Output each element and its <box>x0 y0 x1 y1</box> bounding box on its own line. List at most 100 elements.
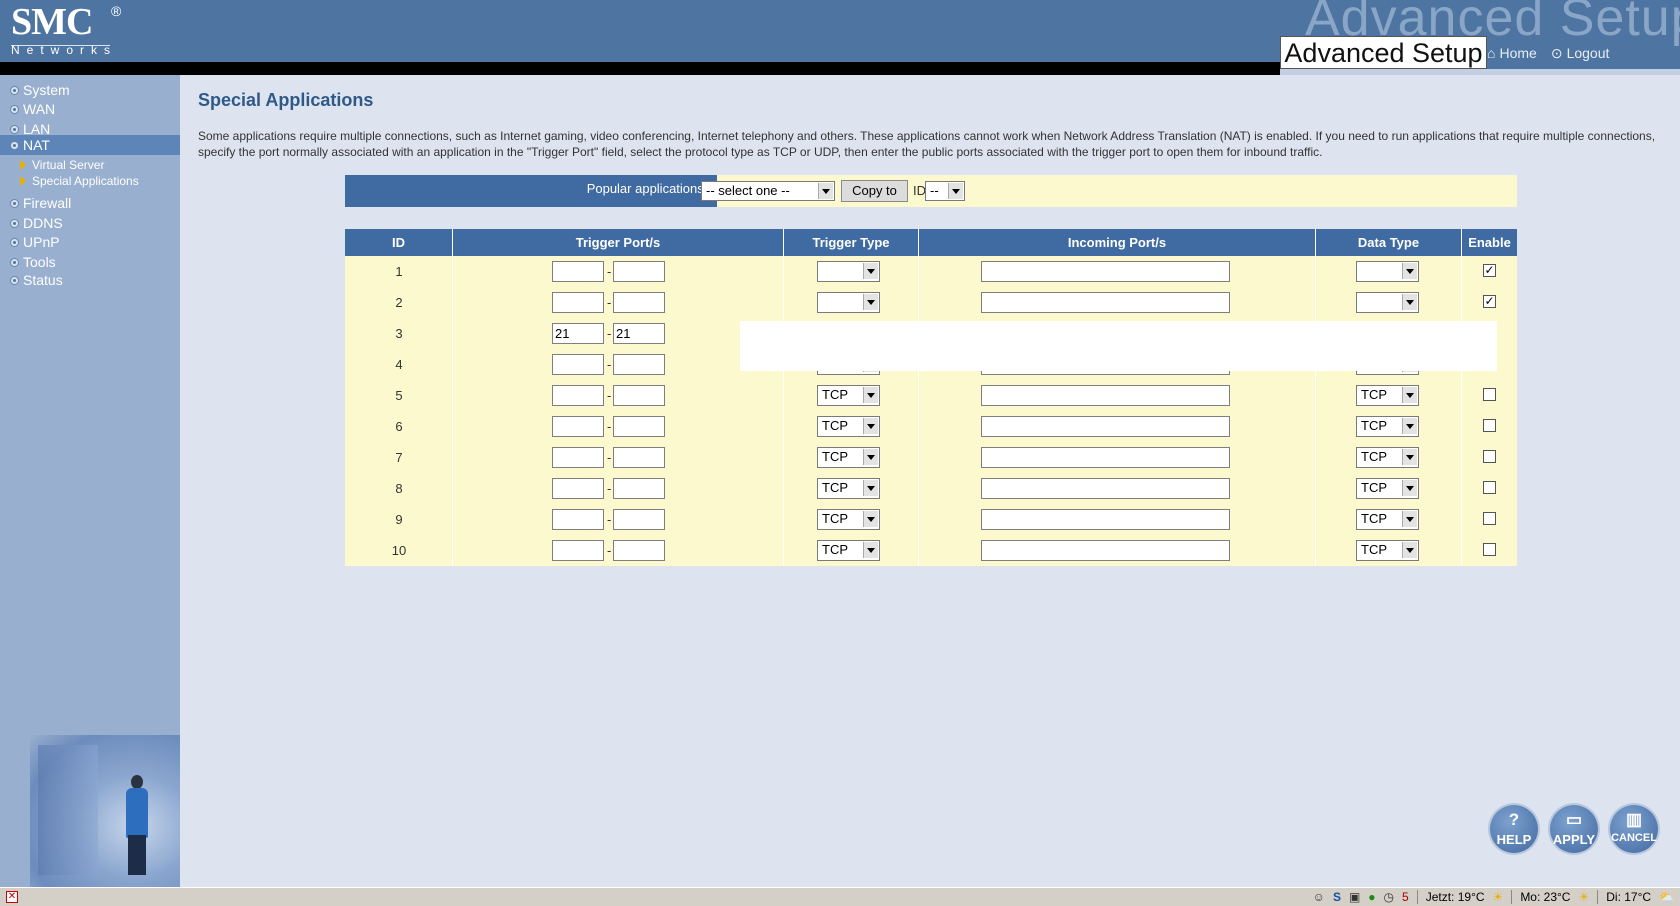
trigger-port-start-input[interactable] <box>552 447 604 468</box>
calendar-icon[interactable]: 5 <box>1402 890 1409 904</box>
sidebar-item-tools[interactable]: Tools <box>10 252 56 272</box>
sidebar-subitem-virtual-server[interactable]: Virtual Server <box>20 157 104 173</box>
trigger-port-end-input[interactable] <box>613 509 665 530</box>
trigger-port-start-input[interactable] <box>552 478 604 499</box>
enable-checkbox[interactable]: ✓ <box>1483 295 1496 308</box>
trigger-type-select[interactable] <box>817 292 880 313</box>
trigger-type-select[interactable]: TCP <box>817 447 880 468</box>
trigger-port-end-input[interactable]: 21 <box>613 323 665 344</box>
bullet-icon <box>10 218 19 228</box>
trigger-port-start-input[interactable] <box>552 540 604 561</box>
incoming-ports-input[interactable] <box>981 509 1230 530</box>
enable-checkbox[interactable]: ✓ <box>1483 264 1496 277</box>
enable-checkbox[interactable] <box>1483 450 1496 463</box>
sidebar-item-status[interactable]: Status <box>10 270 63 290</box>
data-type-select[interactable] <box>1356 292 1419 313</box>
incoming-ports-input[interactable] <box>981 540 1230 561</box>
incoming-ports-input[interactable] <box>981 292 1230 313</box>
s-icon[interactable]: S <box>1333 890 1341 904</box>
chevron-down-icon <box>1402 387 1417 403</box>
cell-data-type: TCP <box>1316 442 1462 473</box>
trigger-port-end-input[interactable] <box>613 447 665 468</box>
trigger-port-end-input[interactable] <box>613 385 665 406</box>
sidebar-item-wan[interactable]: WAN <box>10 99 55 119</box>
sidebar-item-firewall[interactable]: Firewall <box>10 193 71 213</box>
status-bar-tray: ☺ S ▣ ● ◷ 5 Jetzt: 19°C ☀ Mo: 23°C ☀ Di:… <box>1313 888 1674 906</box>
data-type-select[interactable]: TCP <box>1356 478 1419 499</box>
trigger-port-end-input[interactable] <box>613 261 665 282</box>
trigger-port-end-input[interactable] <box>613 292 665 313</box>
cell-trigger-ports: - <box>453 473 784 504</box>
cell-id: 4 <box>345 349 453 380</box>
cell-trigger-ports: - <box>453 256 784 287</box>
trigger-type-select[interactable]: TCP <box>817 478 880 499</box>
port-range-dash: - <box>607 543 612 558</box>
close-icon[interactable]: ✕ <box>6 891 18 903</box>
cell-trigger-ports: - <box>453 380 784 411</box>
face-icon[interactable]: ☺ <box>1313 890 1325 904</box>
data-type-select[interactable]: TCP <box>1356 447 1419 468</box>
cell-incoming-ports <box>919 535 1316 566</box>
incoming-ports-input[interactable] <box>981 416 1230 437</box>
cell-trigger-type: TCP <box>784 535 919 566</box>
data-type-select[interactable]: TCP <box>1356 416 1419 437</box>
trigger-port-start-input[interactable] <box>552 509 604 530</box>
globe-icon[interactable]: ● <box>1368 890 1375 904</box>
apply-button[interactable]: ▭ APPLY <box>1550 805 1598 853</box>
sidebar-item-upnp[interactable]: UPnP <box>10 232 60 252</box>
table-row: 7 - TCP TCP <box>345 442 1517 473</box>
sidebar-item-ddns[interactable]: DDNS <box>10 213 63 233</box>
cell-data-type: TCP <box>1316 535 1462 566</box>
trigger-type-select[interactable]: TCP <box>817 540 880 561</box>
trigger-port-start-input[interactable] <box>552 354 604 375</box>
trigger-type-value: TCP <box>822 418 848 433</box>
trigger-type-select[interactable]: TCP <box>817 416 880 437</box>
copy-to-button[interactable]: Copy to <box>841 180 908 202</box>
enable-checkbox[interactable] <box>1483 543 1496 556</box>
sidebar-item-system[interactable]: System <box>10 80 70 100</box>
image-icon[interactable]: ▣ <box>1349 890 1360 904</box>
popular-applications-select[interactable]: -- select one -- <box>701 181 835 201</box>
row-id: 6 <box>395 419 403 434</box>
trigger-port-start-input[interactable] <box>552 261 604 282</box>
port-range-dash: - <box>607 388 612 403</box>
enable-checkbox[interactable] <box>1483 419 1496 432</box>
trigger-port-start-input[interactable] <box>552 416 604 437</box>
incoming-ports-input[interactable] <box>981 385 1230 406</box>
enable-checkbox[interactable] <box>1483 388 1496 401</box>
logout-link[interactable]: ⊙ Logout <box>1551 45 1610 62</box>
incoming-ports-input[interactable] <box>981 261 1230 282</box>
trigger-port-end-input[interactable] <box>613 354 665 375</box>
copy-id-select[interactable]: -- <box>925 181 965 201</box>
clock-icon[interactable]: ◷ <box>1384 890 1394 904</box>
bullet-icon <box>10 237 19 247</box>
trigger-port-end-input[interactable] <box>613 540 665 561</box>
home-link[interactable]: ⌂ Home <box>1487 45 1537 61</box>
table-header: ID Trigger Port/s Trigger Type Incoming … <box>345 229 1517 256</box>
incoming-ports-input[interactable] <box>981 447 1230 468</box>
cancel-button[interactable]: ▥ CANCEL <box>1610 805 1658 853</box>
cell-id: 1 <box>345 256 453 287</box>
trigger-type-select[interactable]: TCP <box>817 385 880 406</box>
trigger-port-start-input[interactable] <box>552 292 604 313</box>
incoming-ports-input[interactable] <box>981 478 1230 499</box>
cell-id: 9 <box>345 504 453 535</box>
logout-label: Logout <box>1566 45 1610 61</box>
data-type-select[interactable]: TCP <box>1356 385 1419 406</box>
trigger-type-select[interactable]: TCP <box>817 509 880 530</box>
data-type-select[interactable]: TCP <box>1356 540 1419 561</box>
trigger-port-end-input[interactable] <box>613 416 665 437</box>
help-button[interactable]: ? HELP <box>1490 805 1538 853</box>
trigger-port-end-input[interactable] <box>613 478 665 499</box>
apply-label: APPLY <box>1552 832 1596 847</box>
enable-checkbox[interactable] <box>1483 481 1496 494</box>
sidebar-subitem-special-applications[interactable]: Special Applications <box>20 173 139 189</box>
trigger-type-select[interactable] <box>817 261 880 282</box>
data-type-select[interactable]: TCP <box>1356 509 1419 530</box>
data-type-select[interactable] <box>1356 261 1419 282</box>
trigger-port-start-input[interactable]: 21 <box>552 323 604 344</box>
enable-checkbox[interactable] <box>1483 512 1496 525</box>
sidebar-item-nat[interactable]: NAT <box>0 135 180 155</box>
trash-icon: ▥ <box>1625 810 1643 829</box>
trigger-port-start-input[interactable] <box>552 385 604 406</box>
